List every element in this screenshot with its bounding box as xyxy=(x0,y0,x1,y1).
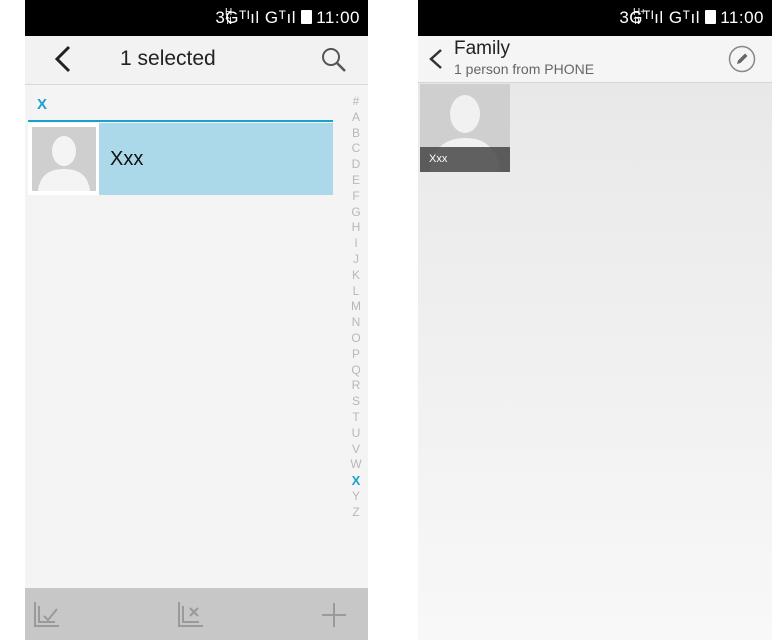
status-bar: 3Gᵀᴵıl Gᵀıl 11:00 H ⇅ xyxy=(25,0,368,36)
index-letter[interactable]: # xyxy=(348,94,364,110)
section-divider xyxy=(28,120,333,122)
index-letter[interactable]: C xyxy=(348,141,364,157)
member-name: Xxx xyxy=(420,147,510,172)
edit-pencil-icon[interactable] xyxy=(728,45,756,73)
contact-name: Xxx xyxy=(110,148,144,170)
group-subtitle: 1 person from PHONE xyxy=(454,61,595,77)
group-detail-screen: 3Gᵀᴵıl Gᵀıl 11:00 H+ ⇅ Family 1 person fr… xyxy=(418,0,772,640)
status-indicators: 3Gᵀᴵıl Gᵀıl 11:00 xyxy=(215,8,360,28)
index-letter[interactable]: E xyxy=(348,173,364,189)
index-letter[interactable]: I xyxy=(348,236,364,252)
search-icon[interactable] xyxy=(320,46,348,74)
index-letter[interactable]: Y xyxy=(348,489,364,505)
add-icon[interactable] xyxy=(317,598,351,632)
network-h-icon: H ⇅ xyxy=(225,7,234,27)
index-letter[interactable]: X xyxy=(348,473,364,489)
contact-row-selected[interactable]: Xxx xyxy=(28,123,333,195)
index-letter[interactable]: J xyxy=(348,252,364,268)
index-letter[interactable]: Z xyxy=(348,505,364,521)
index-letter[interactable]: N xyxy=(348,315,364,331)
status-time: 11:00 xyxy=(720,8,764,27)
alphabet-index-bar[interactable]: # A B C D E F G H I J K L M N O P Q R S T U V W X Y Z xyxy=(348,94,364,521)
group-title: Family xyxy=(454,38,510,59)
network-h-icon: H+ ⇅ xyxy=(633,7,647,27)
index-letter[interactable]: Q xyxy=(348,363,364,379)
index-letter[interactable]: U xyxy=(348,426,364,442)
index-letter[interactable]: F xyxy=(348,189,364,205)
status-time: 11:00 xyxy=(316,8,360,27)
index-letter[interactable]: T xyxy=(348,410,364,426)
battery-icon xyxy=(705,10,717,24)
default-avatar-icon xyxy=(38,136,90,191)
page-title: 1 selected xyxy=(120,47,216,70)
selection-header: 1 selected xyxy=(25,36,368,85)
index-letter[interactable]: H xyxy=(348,220,364,236)
section-header-letter: X xyxy=(37,96,48,113)
back-chevron-icon[interactable] xyxy=(428,48,444,70)
index-letter[interactable]: O xyxy=(348,331,364,347)
index-letter[interactable]: W xyxy=(348,457,364,473)
index-letter[interactable]: P xyxy=(348,347,364,363)
index-letter[interactable]: M xyxy=(348,299,364,315)
index-letter[interactable]: A xyxy=(348,110,364,126)
index-letter[interactable]: V xyxy=(348,442,364,458)
index-letter[interactable]: R xyxy=(348,378,364,394)
contacts-selection-screen: 3Gᵀᴵıl Gᵀıl 11:00 H ⇅ 1 selected X Xxx # A… xyxy=(25,0,368,640)
index-letter[interactable]: D xyxy=(348,157,364,173)
status-bar: 3Gᵀᴵıl Gᵀıl 11:00 H+ ⇅ xyxy=(418,0,772,36)
battery-icon xyxy=(301,10,313,24)
group-header: Family 1 person from PHONE xyxy=(418,36,772,83)
index-letter[interactable]: G xyxy=(348,205,364,221)
bottom-toolbar xyxy=(25,588,368,640)
index-letter[interactable]: S xyxy=(348,394,364,410)
select-all-icon[interactable] xyxy=(31,598,65,632)
index-letter[interactable]: B xyxy=(348,126,364,142)
back-chevron-icon[interactable] xyxy=(49,44,79,74)
member-tile[interactable]: Xxx xyxy=(420,84,510,172)
index-letter[interactable]: L xyxy=(348,284,364,300)
index-letter[interactable]: K xyxy=(348,268,364,284)
deselect-all-icon[interactable] xyxy=(175,598,209,632)
contact-photo-frame xyxy=(28,123,99,195)
avatar xyxy=(32,127,96,191)
